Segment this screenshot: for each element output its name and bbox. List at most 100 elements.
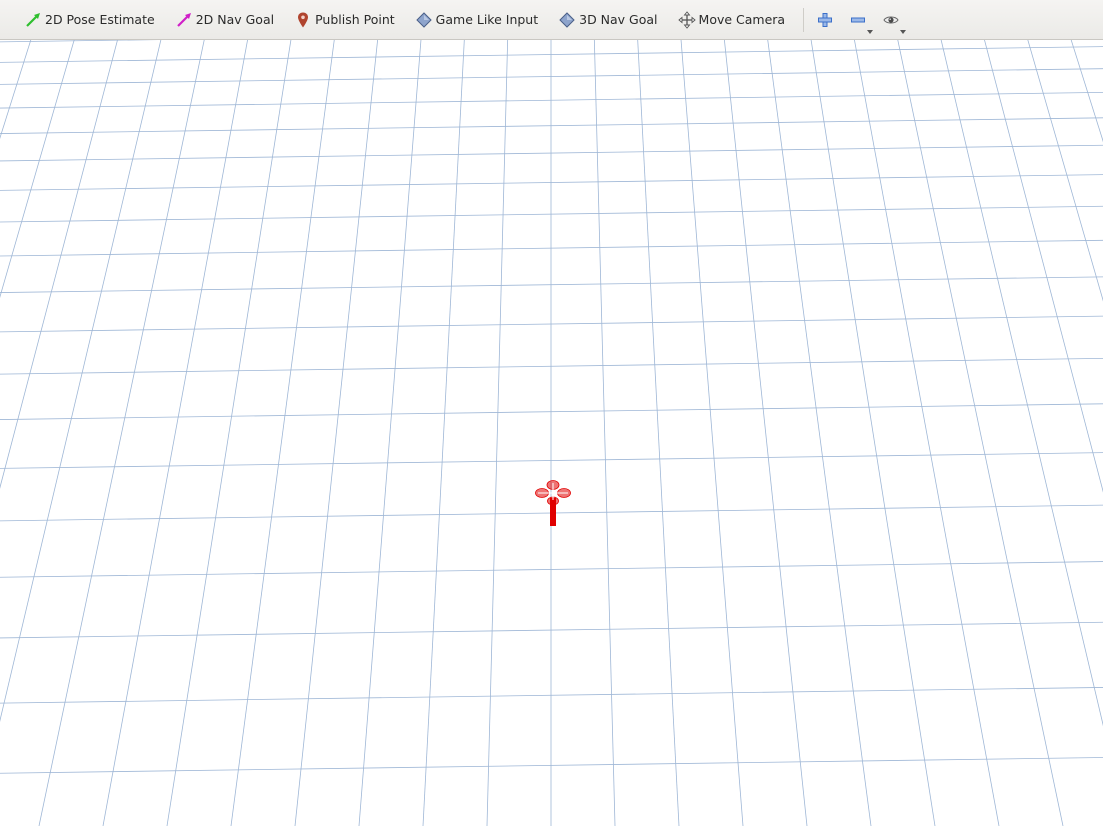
grid-line (102, 40, 248, 826)
tool-label: 3D Nav Goal (579, 12, 658, 27)
grid-line (0, 40, 159, 43)
grid-line (551, 40, 1103, 826)
grid-line (984, 40, 1103, 493)
view-options-button[interactable] (880, 9, 907, 34)
grid-line (0, 40, 32, 140)
grid-line (723, 40, 808, 826)
grid-line (0, 40, 551, 826)
grid-line (0, 40, 118, 489)
grid-line (0, 40, 551, 826)
3d-viewport[interactable] (0, 40, 1103, 826)
grid-line (551, 40, 1103, 826)
tool-label: Move Camera (698, 12, 786, 27)
grid-line (0, 40, 75, 299)
grid-line (0, 40, 551, 826)
chevron-down-icon (900, 29, 907, 34)
grid-line (551, 40, 1103, 826)
grid-line (0, 40, 551, 826)
grid-line (0, 452, 1103, 469)
remove-tool-button[interactable] (847, 9, 874, 34)
tool-label: Game Like Input (435, 12, 539, 27)
grid-line (0, 40, 551, 826)
grid-line (551, 40, 1103, 826)
grid-line (551, 40, 1103, 826)
grid-line (551, 40, 1103, 826)
grid-line (0, 40, 551, 826)
tool-label: Publish Point (315, 12, 395, 27)
grid-line (0, 315, 1103, 333)
grid-line (551, 40, 1103, 826)
grid-line (0, 561, 1103, 578)
tool-game-like-input[interactable]: Game Like Input (409, 5, 544, 35)
tool-label: 2D Pose Estimate (45, 12, 155, 27)
tool-2d-pose-estimate[interactable]: 2D Pose Estimate (18, 5, 161, 35)
minus-icon (851, 13, 866, 27)
grid-line (551, 40, 1103, 826)
grid-line (551, 40, 1103, 826)
grid-line (897, 40, 1064, 826)
add-tool-button[interactable] (814, 9, 836, 31)
grid-line (0, 403, 1103, 420)
diamond-icon (558, 11, 576, 29)
grid-line (0, 40, 551, 826)
grid-line (551, 40, 1103, 826)
grid-line (0, 144, 1103, 162)
grid-line (551, 40, 1103, 826)
robot-marker (535, 480, 571, 526)
grid-line (0, 40, 551, 826)
grid-line (551, 40, 1103, 826)
grid-line (810, 40, 936, 826)
grid-line (0, 40, 551, 826)
grid-line (0, 687, 1103, 704)
grid-line (551, 40, 1103, 826)
grid-line (551, 40, 1103, 826)
grid-line (551, 40, 1103, 826)
grid-line (0, 40, 551, 826)
tool-publish-point[interactable]: Publish Point (288, 5, 401, 35)
toolbar-separator (803, 7, 805, 32)
grid-line (0, 239, 1103, 257)
grid-line (0, 40, 551, 826)
grid-line (0, 40, 162, 723)
plus-icon (818, 12, 833, 27)
grid-line (551, 40, 1103, 826)
grid-line (551, 40, 1103, 826)
grid-line (0, 40, 551, 826)
grid-line (0, 40, 551, 826)
map-pin-icon (294, 11, 312, 29)
grid-line (551, 40, 1103, 826)
grid-line (0, 40, 551, 826)
grid-line (38, 40, 205, 826)
grid-line (0, 91, 1103, 109)
grid-line (0, 40, 551, 826)
grid-line (0, 621, 1103, 639)
grid-line (551, 40, 1103, 826)
toolbar: 2D Pose Estimate 2D Nav Goal Publish Poi… (0, 0, 1103, 40)
grid-line (551, 40, 1103, 826)
grid-line (551, 40, 1103, 826)
tool-2d-nav-goal[interactable]: 2D Nav Goal (169, 5, 280, 35)
grid-line (551, 40, 1103, 826)
chevron-down-icon (867, 29, 874, 34)
tool-move-camera[interactable]: Move Camera (672, 5, 792, 35)
grid-line (551, 40, 1103, 826)
grid-line (0, 40, 551, 826)
grid-line (0, 40, 551, 826)
tool-3d-nav-goal[interactable]: 3D Nav Goal (552, 5, 663, 35)
grid-line (0, 40, 551, 826)
grid-line (0, 40, 551, 826)
grid-line (551, 40, 1103, 826)
grid-line (0, 40, 551, 826)
grid-line (551, 40, 1103, 826)
grid-line (0, 46, 1103, 63)
grid-line (0, 117, 1103, 134)
grid-line (0, 40, 551, 826)
grid-line (551, 40, 1103, 826)
grid-line (0, 40, 551, 826)
grid-line (551, 40, 1103, 826)
grid-line (0, 40, 551, 826)
grid-line (551, 40, 1103, 826)
grid-line (0, 40, 551, 826)
grid-line (0, 40, 551, 826)
grid-line (551, 40, 1103, 826)
